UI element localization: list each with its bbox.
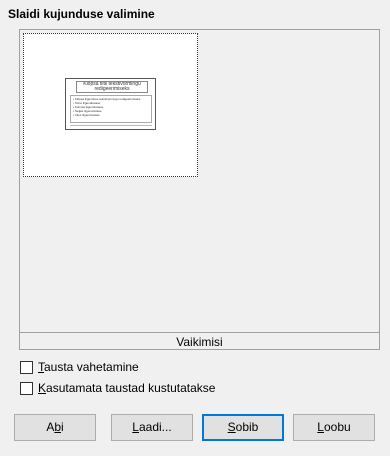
dialog-title: Slaidi kujunduse valimine	[8, 7, 155, 21]
delete-unused-option[interactable]: Kasutamata taustad kustutatakse	[20, 381, 215, 395]
slide-preview-line: • Viies liigendustase	[73, 113, 100, 117]
exchange-background-label[interactable]: Tausta vahetamine	[38, 360, 139, 374]
design-caption: Vaikimisi	[176, 335, 223, 349]
ok-button[interactable]: Sobib	[202, 414, 284, 441]
cancel-button[interactable]: Loobu	[293, 414, 375, 441]
delete-unused-checkbox[interactable]	[20, 381, 33, 395]
slide-preview-body: • Klõpsa liigenduse tekstivormingu redig…	[70, 95, 152, 123]
design-list-panel[interactable]: Klõpsa tiitli tekstivormingu redigeerimi…	[19, 29, 380, 350]
help-button[interactable]: Abi	[14, 414, 96, 441]
panel-divider	[20, 332, 379, 333]
exchange-background-checkbox[interactable]	[20, 360, 33, 374]
exchange-background-option[interactable]: Tausta vahetamine	[20, 360, 139, 374]
design-thumbnail[interactable]: Klõpsa tiitli tekstivormingu redigeerimi…	[23, 33, 198, 177]
slide-preview-footer	[70, 125, 152, 129]
slide-preview-title: Klõpsa tiitli tekstivormingu redigeerimi…	[76, 81, 148, 93]
load-button[interactable]: Laadi...	[111, 414, 193, 441]
delete-unused-label[interactable]: Kasutamata taustad kustutatakse	[38, 381, 215, 395]
slide-preview: Klõpsa tiitli tekstivormingu redigeerimi…	[65, 78, 156, 130]
